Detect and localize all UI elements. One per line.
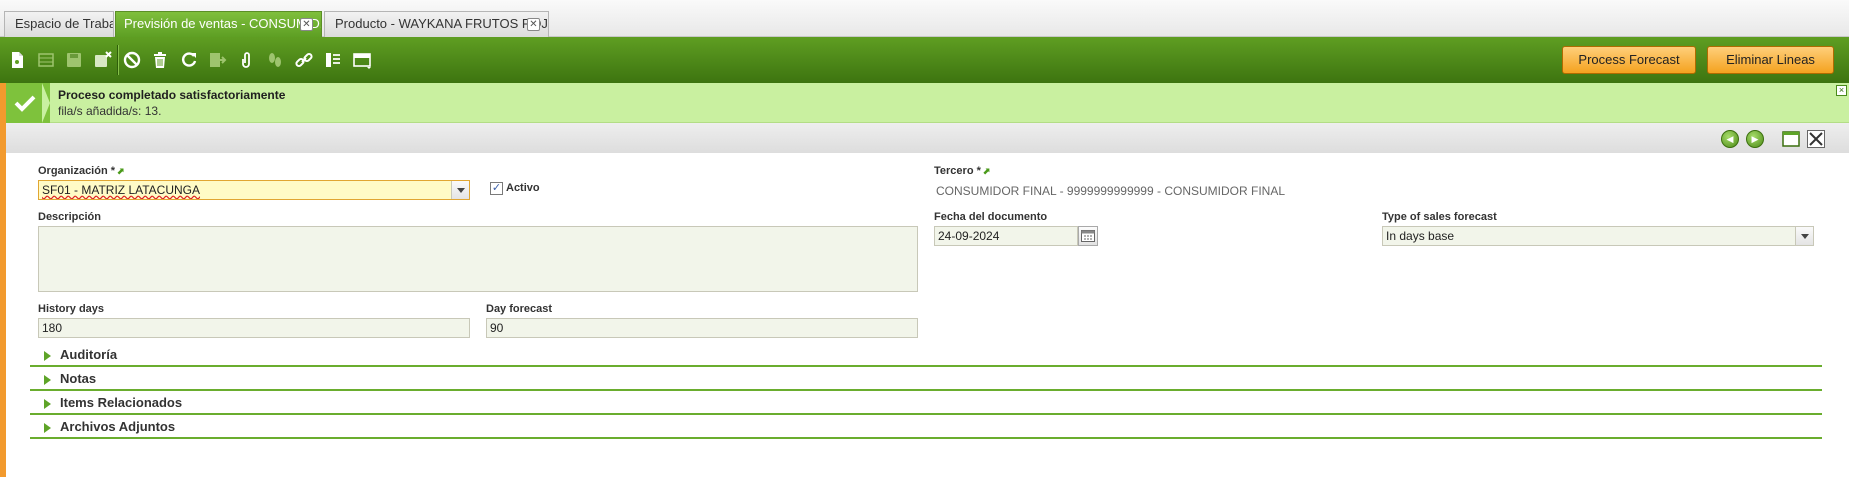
descripcion-label: Descripción [38,211,101,223]
expand-arrow-icon [44,375,51,385]
section-archivos-adjuntos[interactable]: Archivos Adjuntos [30,415,1822,439]
process-forecast-label: Process Forecast [1578,52,1680,67]
day-forecast-input[interactable]: 90 [486,318,918,338]
tools-icon[interactable] [319,46,347,74]
grid-icon[interactable] [32,46,60,74]
day-forecast-label: Day forecast [486,303,553,315]
tab-espacio-de-trabajo[interactable]: Espacio de Trabajo [4,11,114,37]
type-forecast-value: In days base [1386,229,1455,243]
previous-record-icon[interactable]: ◀ [1721,130,1739,148]
expand-arrow-icon [44,423,51,433]
activo-checkbox[interactable]: ✓ [490,182,503,195]
save-close-icon[interactable] [89,46,117,74]
delete-icon[interactable] [146,46,174,74]
record-navigation-bar: ◀ ▶ [6,123,1849,153]
tercero-label: Tercero * ⬈ [934,165,991,177]
eliminar-lineas-button[interactable]: Eliminar Lineas [1707,46,1834,74]
new-document-icon[interactable] [3,46,31,74]
organizacion-label: Organización * ⬈ [38,165,125,177]
fecha-input[interactable]: 24-09-2024 [934,226,1078,246]
type-forecast-label: Type of sales forecast [1382,211,1497,223]
fecha-label: Fecha del documento [934,211,1048,223]
section-items-relacionados[interactable]: Items Relacionados [30,391,1822,415]
tab-label: Espacio de Trabajo [15,16,113,31]
link-icon[interactable] [290,46,318,74]
tercero-value: CONSUMIDOR FINAL - 9999999999999 - CONSU… [936,184,1285,198]
undo-icon[interactable] [118,46,146,74]
success-message-bar: Proceso completado satisfactoriamente fi… [6,83,1849,123]
eliminar-lineas-label: Eliminar Lineas [1726,52,1815,67]
close-tab-icon[interactable]: ✕ [527,18,540,31]
maximize-icon[interactable] [1781,129,1801,149]
descripcion-textarea[interactable] [38,226,918,292]
chevron-down-icon[interactable] [1795,227,1813,245]
tab-label: Producto - WAYKANA FRUTOS ROJO... [335,16,549,31]
activo-label: Activo [506,182,540,194]
section-title: Archivos Adjuntos [60,419,176,434]
tab-label: Previsión de ventas - CONSUMID... [124,16,322,31]
export-icon[interactable] [203,46,231,74]
organizacion-select[interactable]: SF01 - MATRIZ LATACUNGA [38,180,470,200]
view-switch-icon[interactable] [348,46,376,74]
close-tab-icon[interactable]: ✕ [300,18,313,31]
organizacion-label-text: Organización * [38,165,116,177]
tab-producto[interactable]: Producto - WAYKANA FRUTOS ROJO... ✕ [324,11,549,37]
history-days-input[interactable]: 180 [38,318,470,338]
message-text: fila/s añadida/s: 13. [58,104,162,118]
next-record-icon[interactable]: ▶ [1746,130,1764,148]
section-notas[interactable]: Notas [30,367,1822,391]
checkmark-icon [6,83,50,123]
close-form-icon[interactable] [1806,129,1826,149]
history-days-label: History days [38,303,105,315]
save-icon[interactable] [60,46,88,74]
section-title: Auditoría [60,347,118,362]
toolbar: Process Forecast Eliminar Lineas [0,37,1849,83]
chevron-down-icon[interactable] [451,181,469,199]
section-auditoria[interactable]: Auditoría [30,343,1822,367]
type-forecast-select[interactable]: In days base [1382,226,1814,246]
refresh-icon[interactable] [175,46,203,74]
tab-bar: Espacio de Trabajo Previsión de ventas -… [0,0,1849,37]
expand-arrow-icon [44,399,51,409]
audit-icon[interactable] [261,46,289,74]
section-title: Notas [60,371,97,386]
message-title: Proceso completado satisfactoriamente [58,88,286,102]
attach-icon[interactable] [232,46,260,74]
tercero-label-text: Tercero * [934,165,981,177]
section-title: Items Relacionados [60,395,183,410]
close-message-icon[interactable]: × [1836,85,1847,96]
expand-arrow-icon [44,351,51,361]
process-forecast-button[interactable]: Process Forecast [1562,46,1696,74]
calendar-icon[interactable] [1078,226,1098,246]
organizacion-value: SF01 - MATRIZ LATACUNGA [42,183,201,197]
tab-prevision-de-ventas[interactable]: Previsión de ventas - CONSUMID... ✕ [115,11,322,37]
